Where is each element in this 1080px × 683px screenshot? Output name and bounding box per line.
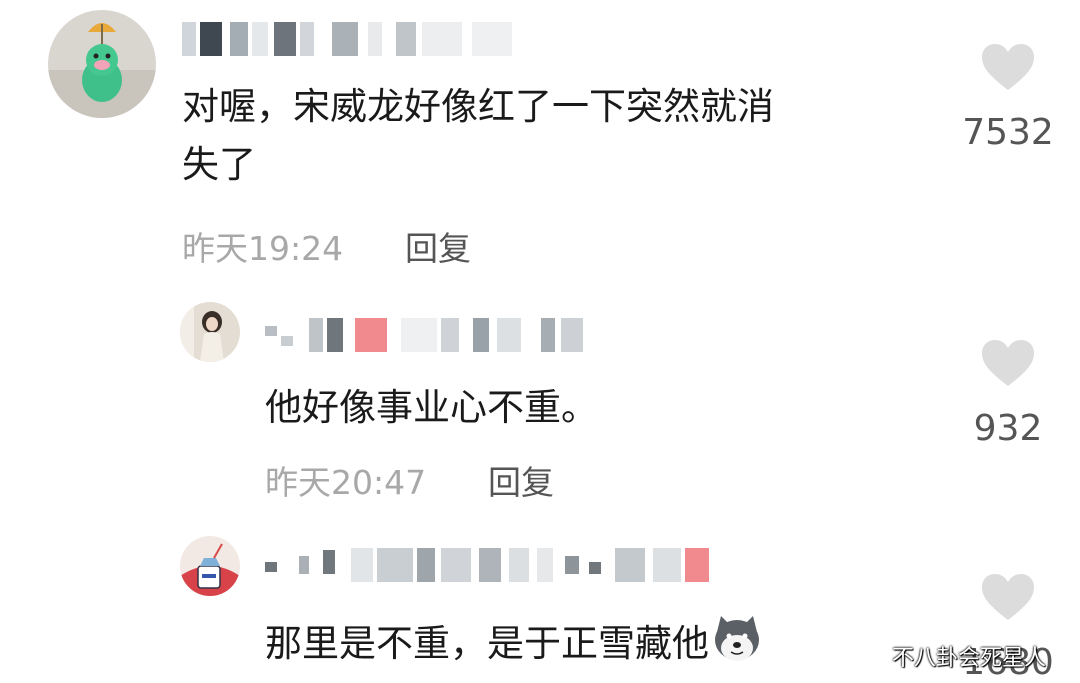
watermark: 不八卦会死星人 — [892, 646, 1047, 671]
avatar[interactable] — [180, 302, 240, 362]
reply-button[interactable]: 回复 — [488, 456, 554, 504]
like-count: 932 — [973, 408, 1043, 449]
like-count: 7532 — [962, 112, 1054, 153]
heart-icon[interactable] — [980, 338, 1036, 388]
username-blurred[interactable] — [182, 22, 522, 56]
reply-button[interactable]: 回复 — [405, 222, 471, 270]
comment-time: 昨天19:24 — [182, 229, 344, 268]
comment-text-content: 那里是不重，是于正雪藏他 — [265, 622, 709, 665]
comment-text: 对喔，宋威龙好像红了一下突然就消 失了 — [182, 78, 774, 194]
doge-emoji-icon — [715, 616, 759, 661]
username-blurred[interactable] — [265, 548, 745, 582]
avatar[interactable] — [48, 10, 156, 118]
comment-text: 他好像事业心不重。 — [265, 386, 598, 429]
comment-text: 那里是不重，是于正雪藏他 — [265, 612, 763, 673]
comment-text-line: 对喔，宋威龙好像红了一下突然就消 — [182, 85, 774, 128]
heart-icon[interactable] — [980, 572, 1036, 622]
username-blurred[interactable] — [265, 318, 605, 352]
comment-text-line: 失了 — [182, 143, 256, 186]
comment-time: 昨天20:47 — [265, 463, 427, 502]
avatar[interactable] — [180, 536, 240, 596]
heart-icon[interactable] — [980, 42, 1036, 92]
